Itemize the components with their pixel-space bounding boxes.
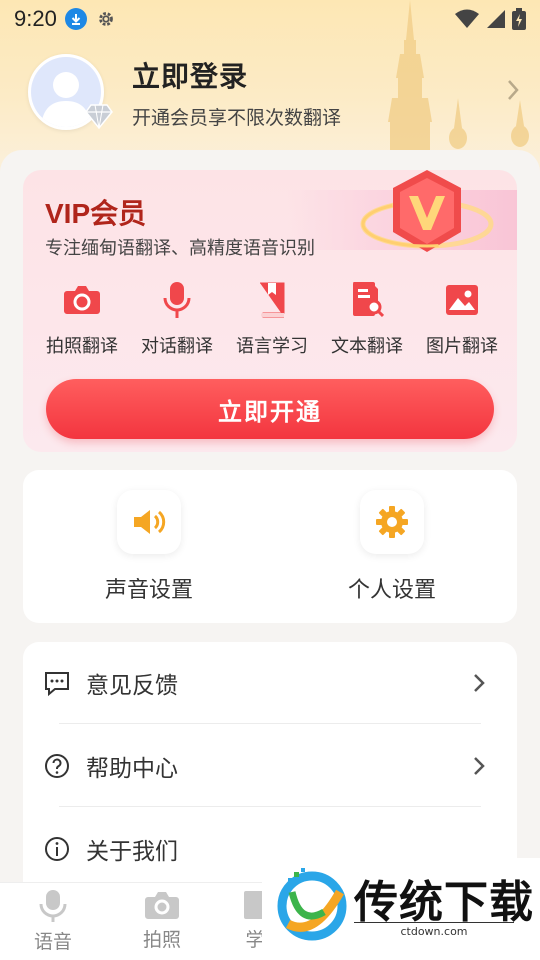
watermark-text: 传统下载	[354, 877, 534, 928]
menu-label: 关于我们	[86, 839, 178, 865]
diamond-icon	[85, 104, 113, 129]
menu-label: 帮助中心	[86, 756, 178, 782]
divider	[59, 806, 481, 807]
camera-icon	[62, 280, 102, 320]
info-icon	[45, 837, 69, 861]
feature-label: 图片翻译	[426, 336, 498, 357]
menu-item-feedback[interactable]: 意见反馈	[23, 642, 517, 724]
chevron-right-icon	[474, 674, 485, 692]
watermark-url: ctdown.com	[354, 922, 514, 938]
image-icon	[442, 280, 482, 320]
main-content: VIP会员 专注缅甸语翻译、高精度语音识别 拍照翻译 对话翻译 语言学习 文本翻…	[0, 150, 540, 960]
sound-settings-button[interactable]: 声音设置	[79, 490, 219, 604]
feature-label: 拍照翻译	[46, 336, 118, 357]
vip-subtitle: 专注缅甸语翻译、高精度语音识别	[45, 238, 315, 259]
personal-settings-button[interactable]: 个人设置	[322, 490, 462, 604]
activate-vip-button[interactable]: 立即开通	[46, 379, 494, 439]
microphone-icon	[39, 890, 67, 922]
setting-label: 个人设置	[347, 578, 436, 603]
help-icon	[45, 754, 69, 778]
login-title[interactable]: 立即登录	[132, 55, 341, 95]
signal-icon	[487, 10, 505, 28]
book-icon	[252, 280, 292, 320]
vip-title: VIP会员	[45, 198, 147, 229]
document-search-icon	[347, 280, 387, 320]
header: 9:20 立即登录 开通会员享不限次数翻译	[0, 0, 540, 175]
login-row[interactable]: 立即登录 开通会员享不限次数翻译	[28, 52, 528, 132]
feature-text-translate[interactable]: 文本翻译	[322, 280, 412, 358]
login-subtitle: 开通会员享不限次数翻译	[132, 106, 342, 129]
speaker-icon	[117, 490, 181, 554]
nav-item-photo[interactable]: 拍照	[117, 889, 207, 952]
feature-photo-translate[interactable]: 拍照翻译	[37, 280, 127, 358]
settings-card: 声音设置 个人设置	[23, 470, 517, 623]
chevron-right-icon[interactable]	[506, 78, 520, 102]
menu-item-help[interactable]: 帮助中心	[23, 725, 517, 807]
chevron-right-icon	[474, 757, 485, 775]
vip-badge-icon	[360, 170, 494, 252]
status-bar: 9:20	[0, 0, 540, 38]
feature-image-translate[interactable]: 图片翻译	[417, 280, 507, 358]
battery-icon	[512, 8, 526, 30]
divider	[59, 723, 481, 724]
avatar[interactable]	[28, 54, 113, 130]
feature-label: 文本翻译	[331, 336, 403, 357]
camera-icon	[145, 892, 179, 919]
feedback-icon	[45, 672, 69, 697]
microphone-icon	[157, 280, 197, 320]
feature-language-learning[interactable]: 语言学习	[227, 280, 317, 358]
nav-label: 拍照	[142, 929, 181, 951]
menu-label: 意见反馈	[86, 673, 178, 699]
wifi-icon	[455, 9, 479, 28]
nav-label: 语音	[33, 931, 72, 953]
nav-item-voice[interactable]: 语音	[8, 889, 98, 954]
feature-label: 对话翻译	[141, 336, 213, 357]
vip-features: 拍照翻译 对话翻译 语言学习 文本翻译 图片翻译	[37, 280, 507, 358]
vip-card[interactable]: VIP会员 专注缅甸语翻译、高精度语音识别 拍照翻译 对话翻译 语言学习 文本翻…	[23, 170, 517, 452]
status-time: 9:20	[14, 6, 57, 31]
watermark: 传统下载 ctdown.com	[262, 858, 540, 960]
setting-label: 声音设置	[104, 578, 193, 603]
watermark-logo-icon	[277, 868, 347, 941]
gear-icon	[360, 490, 424, 554]
settings-status-icon	[98, 12, 113, 26]
feature-label: 语言学习	[236, 336, 308, 357]
feature-dialogue-translate[interactable]: 对话翻译	[132, 280, 222, 358]
download-icon	[64, 8, 87, 30]
